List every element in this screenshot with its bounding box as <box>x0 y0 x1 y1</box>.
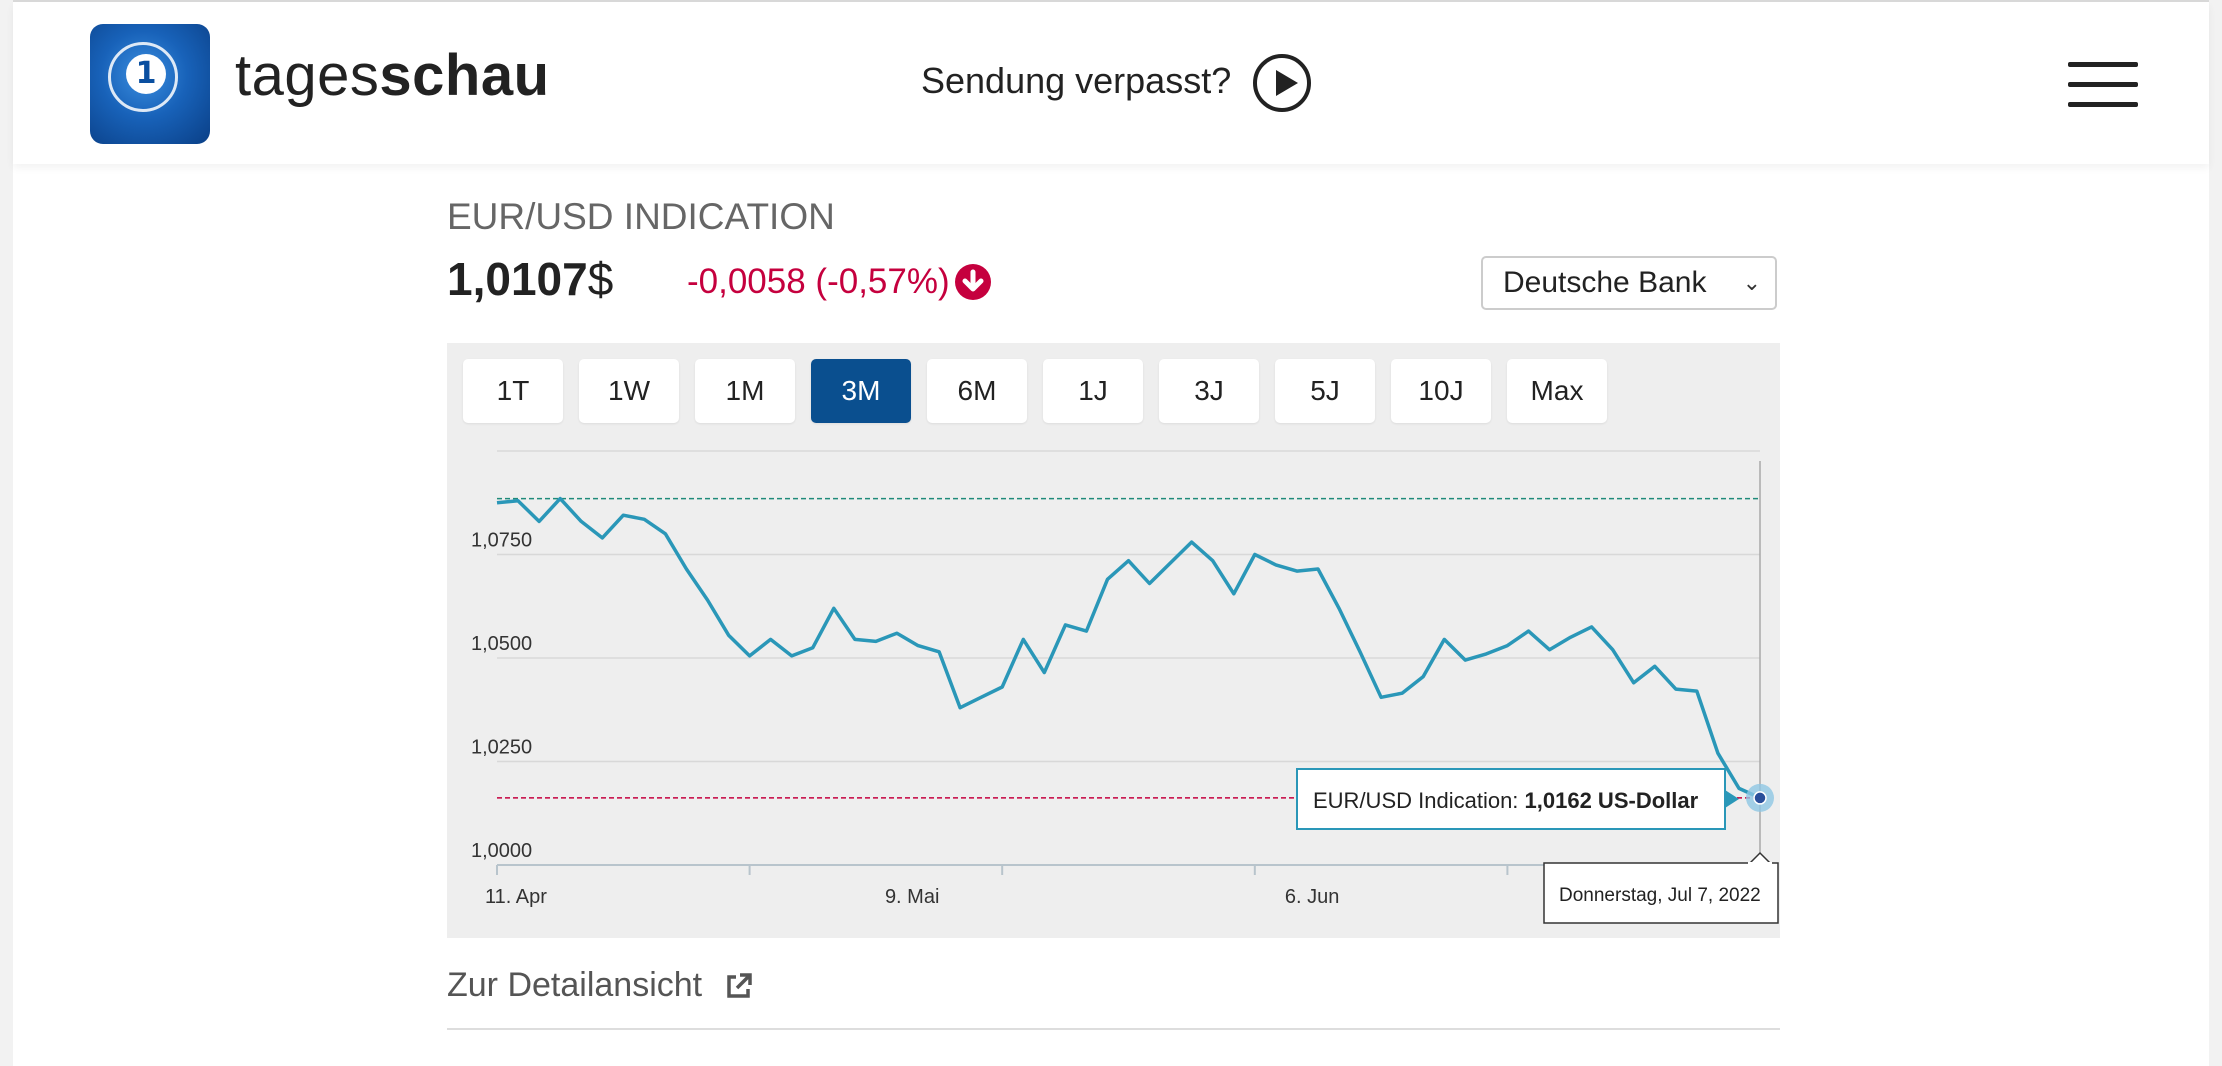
source-select[interactable]: Deutsche Bank ⌄ <box>1481 256 1777 310</box>
missed-show-link[interactable]: Sendung verpasst? <box>921 60 1231 102</box>
date-tooltip-text: Donnerstag, Jul 7, 2022 <box>1559 885 1761 906</box>
y-tick-label: 1,0250 <box>471 737 532 759</box>
external-link-icon[interactable] <box>725 972 753 1000</box>
divider <box>447 1028 1780 1030</box>
source-select-value: Deutsche Bank <box>1503 266 1707 299</box>
chevron-down-icon: ⌄ <box>1742 270 1761 295</box>
brand-wordmark[interactable]: tagesschau <box>235 42 550 109</box>
series-line <box>496 496 1761 800</box>
current-price: 1,0107$ <box>447 252 613 306</box>
x-tick-label: 11. Apr <box>485 886 547 908</box>
x-tick-label: 6. Jun <box>1285 886 1339 908</box>
chart-panel: 1T 1W 1M 3M 6M 1J 3J 5J 10J Max 1,0000 1,0250 1,050… <box>447 343 1780 938</box>
date-tooltip-pointer-mask <box>1748 862 1772 865</box>
play-icon[interactable] <box>1253 54 1311 112</box>
price-chart[interactable]: 1,0000 1,0250 1,0500 1,0750 11. Apr 9. Mai 6. … <box>447 343 1780 938</box>
detail-link[interactable]: Zur Detailansicht <box>447 966 702 1005</box>
tooltip-pointer <box>1725 790 1739 808</box>
hover-marker <box>1753 791 1767 805</box>
arrow-down-circle-icon <box>955 264 991 300</box>
y-tick-label: 1,0000 <box>471 840 532 862</box>
x-tick-label: 9. Mai <box>885 886 939 908</box>
tagesschau-logo-icon[interactable]: 1 <box>90 24 210 144</box>
brand-bold: schau <box>379 43 550 108</box>
menu-icon[interactable] <box>2068 62 2138 108</box>
site-header: 1 tagesschau Sendung verpasst? <box>13 2 2209 164</box>
y-tick-label: 1,0500 <box>471 633 532 655</box>
date-tooltip-pointer <box>1748 851 1772 864</box>
page-margin-left <box>0 0 13 1066</box>
instrument-title: EUR/USD INDICATION <box>447 196 835 237</box>
brand-light: tages <box>235 43 380 108</box>
tooltip-label: EUR/USD Indication: <box>1313 788 1525 813</box>
currency-symbol: $ <box>587 253 614 305</box>
page-margin-right <box>2209 0 2222 1066</box>
tooltip-value: 1,0162 US-Dollar <box>1525 788 1699 813</box>
logo-one-mark: 1 <box>126 54 166 94</box>
price-value: 1,0107 <box>447 253 588 305</box>
tooltip-text: EUR/USD Indication: 1,0162 US-Dollar <box>1313 788 1699 813</box>
y-tick-label: 1,0750 <box>471 530 532 552</box>
price-change: -0,0058 (-0,57%) <box>687 262 950 301</box>
